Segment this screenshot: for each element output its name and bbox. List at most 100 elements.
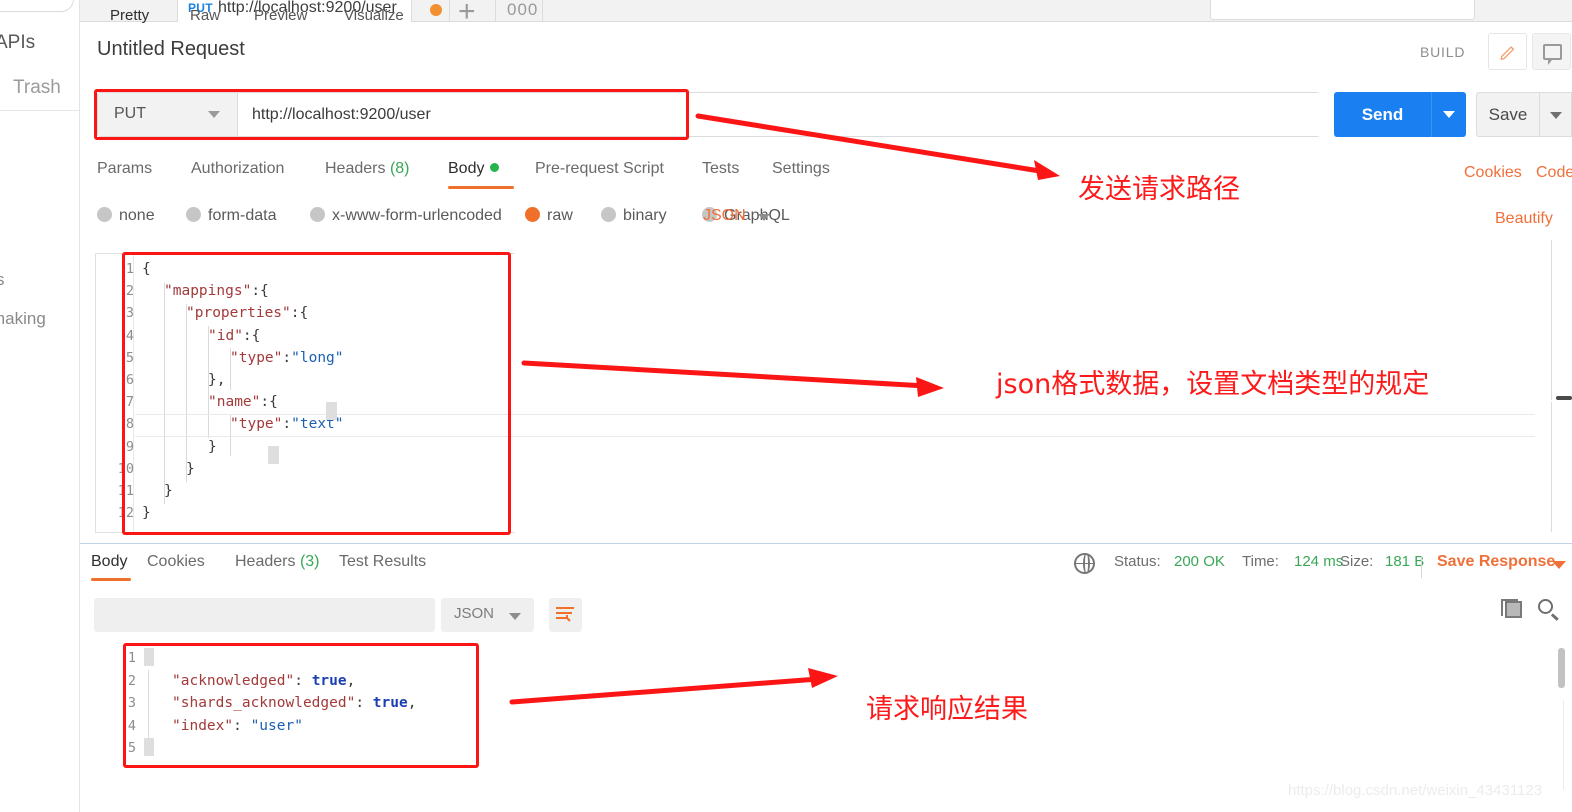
status-label: Status: bbox=[1114, 553, 1161, 570]
chevron-down-icon[interactable] bbox=[1552, 561, 1566, 569]
comments-button[interactable] bbox=[1532, 33, 1571, 70]
tab-headers[interactable]: Headers (8) bbox=[325, 160, 410, 178]
format-visualize[interactable]: Visualize bbox=[344, 7, 404, 24]
tab-headers-count: (8) bbox=[389, 160, 410, 177]
format-raw[interactable]: Raw bbox=[190, 7, 220, 24]
response-tab-cookies[interactable]: Cookies bbox=[147, 553, 205, 571]
code-line[interactable]: "type":"long" bbox=[230, 350, 344, 366]
code-line[interactable]: { bbox=[142, 261, 151, 277]
radio-raw[interactable]: raw bbox=[525, 207, 573, 225]
save-options-button[interactable] bbox=[1539, 92, 1572, 137]
response-format-label: JSON bbox=[454, 605, 495, 622]
send-button[interactable]: Send bbox=[1334, 92, 1431, 137]
size-label: Size: bbox=[1340, 553, 1374, 570]
bracket-match-highlight bbox=[326, 402, 337, 420]
code-token: "name" bbox=[208, 394, 261, 411]
code-line[interactable]: "shards_acknowledged": true, bbox=[172, 695, 416, 711]
tab-right-field[interactable] bbox=[1210, 0, 1475, 20]
raw-format-selector[interactable]: JSON bbox=[703, 207, 746, 225]
radio-binary[interactable]: binary bbox=[601, 207, 667, 225]
editor-vertical-divider-2 bbox=[1551, 402, 1552, 532]
horizontal-scrollbar-thumb[interactable] bbox=[1556, 396, 1572, 400]
status-value: 200 OK bbox=[1174, 553, 1225, 570]
indent-guide bbox=[164, 282, 165, 504]
line-number: 7 bbox=[125, 394, 134, 411]
active-line-marker bbox=[135, 436, 1535, 437]
response-tab-test-results[interactable]: Test Results bbox=[339, 553, 426, 571]
response-scrollbar-thumb[interactable] bbox=[1558, 648, 1565, 688]
bracket-match-highlight bbox=[144, 738, 154, 756]
unsaved-dot-icon bbox=[430, 4, 442, 16]
response-tab-body[interactable]: Body bbox=[91, 553, 127, 571]
word-wrap-button[interactable] bbox=[549, 598, 582, 632]
code-token: "id" bbox=[208, 327, 243, 344]
sidebar-item-apis[interactable]: APIs bbox=[0, 32, 35, 54]
radio-circle-icon bbox=[601, 207, 616, 222]
code-token: "type" bbox=[230, 349, 283, 366]
method-selector[interactable]: PUT bbox=[98, 93, 238, 136]
code-line[interactable]: "acknowledged": true, bbox=[172, 673, 355, 689]
url-input[interactable] bbox=[238, 93, 1321, 136]
code-token: "long" bbox=[291, 349, 344, 366]
annotation-text-body: json格式数据，设置文档类型的规定 bbox=[996, 369, 1430, 400]
line-number: 9 bbox=[125, 438, 134, 455]
new-tab-icon[interactable]: + bbox=[458, 0, 476, 29]
tab-settings[interactable]: Settings bbox=[772, 160, 830, 178]
sidebar-divider bbox=[0, 110, 79, 111]
sidebar-fragment-s: s bbox=[0, 270, 5, 290]
format-pretty[interactable]: Pretty bbox=[110, 7, 149, 24]
line-number: 4 bbox=[125, 327, 134, 344]
chevron-down-icon bbox=[1443, 111, 1455, 118]
edit-pencil-button[interactable] bbox=[1488, 33, 1527, 70]
tab-body[interactable]: Body bbox=[448, 160, 500, 178]
format-preview[interactable]: Preview bbox=[254, 7, 307, 24]
code-token: : bbox=[355, 695, 373, 711]
code-line[interactable]: "name":{ bbox=[208, 394, 278, 410]
line-number: 5 bbox=[125, 349, 134, 366]
tab-authorization[interactable]: Authorization bbox=[191, 160, 284, 178]
active-line-marker bbox=[135, 414, 1535, 415]
response-format-selector[interactable]: JSON bbox=[441, 598, 534, 632]
code-line[interactable]: "id":{ bbox=[208, 328, 260, 344]
sidebar-search-pill[interactable] bbox=[0, 0, 74, 12]
line-number: 12 bbox=[117, 505, 134, 522]
search-icon[interactable] bbox=[1538, 599, 1553, 614]
code-line[interactable]: } bbox=[142, 505, 151, 521]
tab-body-label: Body bbox=[448, 160, 485, 177]
tab-headers-label: Headers bbox=[325, 160, 386, 177]
code-line[interactable]: } bbox=[208, 439, 217, 455]
tab-pre-request-script[interactable]: Pre-request Script bbox=[535, 160, 664, 178]
tab-tests[interactable]: Tests bbox=[702, 160, 739, 178]
indent-guide bbox=[230, 414, 231, 456]
body-active-dot-icon bbox=[490, 163, 500, 172]
chevron-down-icon bbox=[1550, 112, 1562, 119]
radio-form-data[interactable]: form-data bbox=[186, 207, 276, 225]
radio-none[interactable]: none bbox=[97, 207, 155, 225]
beautify-link[interactable]: Beautify bbox=[1495, 210, 1553, 228]
code-line[interactable]: }, bbox=[208, 372, 225, 388]
sidebar-item-trash[interactable]: Trash bbox=[13, 77, 61, 99]
code-line[interactable]: "properties":{ bbox=[186, 305, 308, 321]
response-tab-headers[interactable]: Headers (3) bbox=[235, 553, 320, 571]
code-link[interactable]: Code bbox=[1536, 164, 1572, 182]
save-response-button[interactable]: Save Response bbox=[1437, 553, 1555, 571]
tab-params[interactable]: Params bbox=[97, 160, 152, 178]
wrap-lines-icon bbox=[556, 607, 574, 622]
code-token: "user" bbox=[250, 717, 303, 734]
url-bar: PUT bbox=[97, 92, 1321, 137]
postman-window: APIs Trash s making PUT http://localhost… bbox=[0, 0, 1572, 812]
code-line[interactable]: "mappings":{ bbox=[164, 283, 269, 299]
code-line[interactable]: } bbox=[164, 483, 173, 499]
cookies-link[interactable]: Cookies bbox=[1464, 164, 1522, 182]
radio-x-www-form-urlencoded[interactable]: x-www-form-urlencoded bbox=[310, 207, 502, 225]
copy-icon[interactable] bbox=[1501, 599, 1522, 618]
send-options-button[interactable] bbox=[1431, 92, 1466, 137]
more-options-icon[interactable]: 000 bbox=[507, 0, 538, 20]
code-token: "shards_acknowledged" bbox=[172, 695, 356, 711]
response-body-editor[interactable]: 1{2"acknowledged": true,3"shards_acknowl… bbox=[118, 644, 1488, 764]
time-label: Time: bbox=[1242, 553, 1279, 570]
code-line[interactable]: "index": "user" bbox=[172, 718, 303, 734]
code-token: true bbox=[372, 695, 408, 711]
save-button[interactable]: Save bbox=[1476, 92, 1539, 137]
code-line[interactable]: } bbox=[186, 461, 195, 477]
